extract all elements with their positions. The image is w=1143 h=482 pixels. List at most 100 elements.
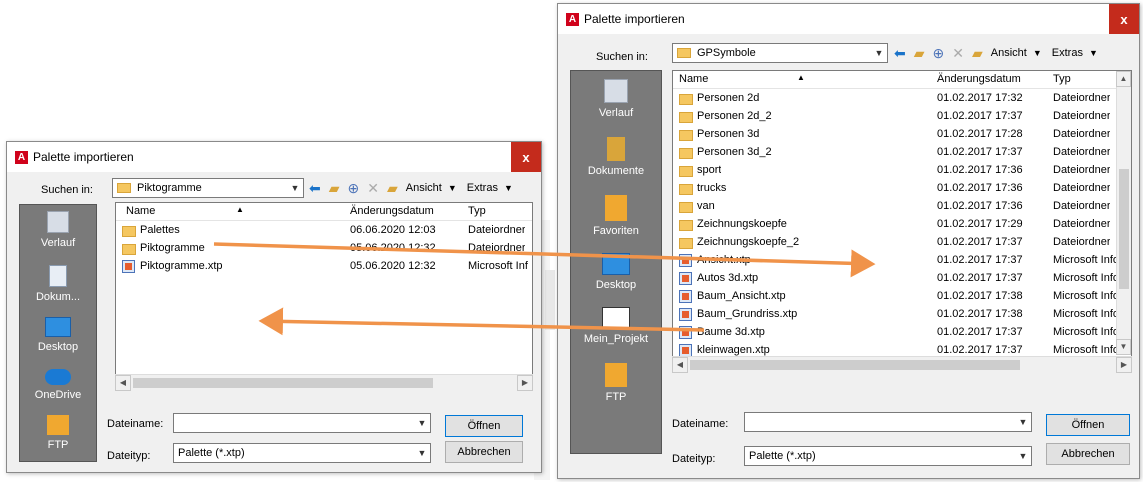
file-row[interactable]: Autos 3d.xtp 01.02.2017 17:37 Microsoft In… — [673, 270, 1131, 288]
left-filename-input[interactable]: ▼ — [173, 413, 431, 433]
file-row[interactable]: Baum_Grundriss.xtp 01.02.2017 17:38 Micros… — [673, 306, 1131, 324]
right-hscroll-thumb[interactable] — [690, 360, 1020, 370]
left-open-button[interactable]: Öffnen — [445, 415, 523, 437]
chevron-down-icon[interactable]: ▼ — [414, 418, 430, 428]
file-name: Personen 3d_2 — [697, 146, 772, 158]
right-open-button[interactable]: Öffnen — [1046, 414, 1130, 436]
file-row[interactable]: Personen 2d 01.02.2017 17:32 Dateiordner — [673, 90, 1131, 108]
left-filetype-label: Dateityp: — [107, 450, 151, 462]
left-look-in-combo[interactable]: Piktogramme ▼ — [112, 178, 304, 198]
back-arrow-icon[interactable]: ⬅ — [894, 43, 906, 63]
file-row[interactable]: Personen 3d_2 01.02.2017 17:37 Dateiordner — [673, 144, 1131, 162]
chevron-down-icon[interactable]: ▼ — [1015, 451, 1031, 461]
right-place-documents[interactable]: Dokumente — [571, 137, 661, 177]
left-place-ftp[interactable]: FTP — [20, 415, 96, 451]
right-place-desktop[interactable]: Desktop — [571, 253, 661, 291]
file-row[interactable]: trucks 01.02.2017 17:36 Dateiordner — [673, 180, 1131, 198]
left-places-bar: Verlauf Dokum... Desktop OneDrive FTP — [19, 204, 97, 462]
folder-icon — [679, 148, 693, 159]
left-look-in-value: Piktogramme — [137, 182, 202, 194]
right-place-favorites[interactable]: Favoriten — [571, 195, 661, 237]
new-folder-icon[interactable]: ▰ — [387, 178, 398, 198]
file-row[interactable]: van 01.02.2017 17:36 Dateiordner — [673, 198, 1131, 216]
file-row[interactable]: Piktogramme.xtp 05.06.2020 12:32 Microsoft… — [116, 258, 532, 276]
right-places-bar: Verlauf Dokumente Favoriten Desktop Mein… — [570, 70, 662, 454]
right-import-dialog: A Palette importieren x Suchen in: GPSym… — [557, 3, 1140, 479]
scroll-up-icon[interactable]: ▲ — [1116, 71, 1131, 87]
left-filetype-select[interactable]: Palette (*.xtp) ▼ — [173, 443, 431, 463]
scroll-right-icon[interactable]: ▶ — [517, 375, 533, 391]
column-header-type[interactable]: Typ — [468, 205, 486, 217]
left-horizontal-scrollbar[interactable]: ◀ ▶ — [115, 374, 533, 391]
right-vscroll-thumb[interactable] — [1119, 169, 1129, 289]
delete-icon[interactable]: ✕ — [952, 43, 964, 63]
right-place-history[interactable]: Verlauf — [571, 79, 661, 119]
left-place-onedrive[interactable]: OneDrive — [20, 369, 96, 401]
left-list-header: Name ▲ Änderungsdatum Typ — [116, 203, 532, 221]
scroll-left-icon[interactable]: ◀ — [115, 375, 131, 391]
file-date: 01.02.2017 17:36 — [937, 200, 1023, 212]
right-cancel-button[interactable]: Abbrechen — [1046, 443, 1130, 465]
file-row[interactable]: Personen 3d 01.02.2017 17:28 Dateiordner — [673, 126, 1131, 144]
file-date: 05.06.2020 12:32 — [350, 242, 436, 254]
right-file-list[interactable]: Name ▲ Änderungsdatum Typ Personen 2d 01.… — [672, 70, 1132, 372]
right-place-project[interactable]: Mein_Projekt — [571, 307, 661, 345]
chevron-down-icon[interactable]: ▼ — [287, 179, 303, 197]
scroll-left-icon[interactable]: ◀ — [672, 357, 688, 373]
new-folder-icon[interactable]: ▰ — [972, 43, 983, 63]
file-row[interactable]: Palettes 06.06.2020 12:03 Dateiordner — [116, 222, 532, 240]
left-file-list[interactable]: Name ▲ Änderungsdatum Typ Palettes 06.06.… — [115, 202, 533, 390]
up-folder-icon[interactable]: ▰ — [914, 43, 925, 63]
left-place-desktop[interactable]: Desktop — [20, 317, 96, 353]
chevron-down-icon[interactable]: ▼ — [871, 44, 887, 62]
file-row[interactable]: Baum_Ansicht.xtp 01.02.2017 17:38 Microsof… — [673, 288, 1131, 306]
right-filetype-select[interactable]: Palette (*.xtp) ▼ — [744, 446, 1032, 466]
file-row[interactable]: Zeichnungskoepfe 01.02.2017 17:29 Dateiord… — [673, 216, 1131, 234]
left-hscroll-thumb[interactable] — [133, 378, 433, 388]
back-arrow-icon[interactable]: ⬅ — [309, 178, 321, 198]
delete-icon[interactable]: ✕ — [367, 178, 379, 198]
file-row[interactable]: Ansicht.xtp 01.02.2017 17:37 Microsoft Inf… — [673, 252, 1131, 270]
right-look-in-combo[interactable]: GPSymbole ▼ — [672, 43, 888, 63]
history-icon — [47, 211, 69, 233]
chevron-down-icon[interactable]: ▼ — [1033, 48, 1042, 58]
left-view-menu[interactable]: Ansicht — [406, 182, 442, 194]
chevron-down-icon[interactable]: ▼ — [504, 183, 513, 193]
right-close-button[interactable]: x — [1109, 4, 1139, 34]
column-header-date[interactable]: Änderungsdatum — [937, 73, 1021, 85]
right-toolbar: ⬅ ▰ ⊕ ✕ ▰ Ansicht ▼ Extras ▼ — [894, 43, 1108, 63]
left-place-history[interactable]: Verlauf — [20, 211, 96, 249]
left-cancel-button[interactable]: Abbrechen — [445, 441, 523, 463]
screen: A Palette importieren x Suchen in: Pikto… — [0, 0, 1143, 482]
column-header-name[interactable]: Name — [679, 73, 708, 85]
scroll-down-icon[interactable]: ▼ — [1116, 339, 1131, 355]
search-web-icon[interactable]: ⊕ — [933, 43, 945, 63]
file-row[interactable]: Personen 2d_2 01.02.2017 17:37 Dateiordner — [673, 108, 1131, 126]
scroll-right-icon[interactable]: ▶ — [1116, 357, 1132, 373]
place-label: Mein_Projekt — [583, 333, 649, 345]
file-row[interactable]: Baume 3d.xtp 01.02.2017 17:37 Microsoft In… — [673, 324, 1131, 342]
column-header-name[interactable]: Name — [126, 205, 155, 217]
right-vertical-scrollbar[interactable]: ▲ ▼ — [1116, 71, 1131, 355]
chevron-down-icon[interactable]: ▼ — [1089, 48, 1098, 58]
up-folder-icon[interactable]: ▰ — [329, 178, 340, 198]
chevron-down-icon[interactable]: ▼ — [448, 183, 457, 193]
chevron-down-icon[interactable]: ▼ — [1015, 417, 1031, 427]
right-filename-input[interactable]: ▼ — [744, 412, 1032, 432]
chevron-down-icon[interactable]: ▼ — [414, 448, 430, 458]
right-extras-menu[interactable]: Extras — [1052, 47, 1083, 59]
xtp-file-icon — [679, 326, 692, 339]
file-row[interactable]: Zeichnungskoepfe_2 01.02.2017 17:37 Dateio… — [673, 234, 1131, 252]
column-header-date[interactable]: Änderungsdatum — [350, 205, 434, 217]
left-extras-menu[interactable]: Extras — [467, 182, 498, 194]
search-web-icon[interactable]: ⊕ — [348, 178, 360, 198]
file-row[interactable]: sport 01.02.2017 17:36 Dateiordner — [673, 162, 1131, 180]
right-view-menu[interactable]: Ansicht — [991, 47, 1027, 59]
column-header-type[interactable]: Typ — [1053, 73, 1071, 85]
file-row[interactable]: Piktogramme 05.06.2020 12:32 Dateiordner — [116, 240, 532, 258]
xtp-file-icon — [122, 260, 135, 273]
left-close-button[interactable]: x — [511, 142, 541, 172]
left-place-documents[interactable]: Dokum... — [20, 265, 96, 303]
right-place-ftp[interactable]: FTP — [571, 363, 661, 403]
right-horizontal-scrollbar[interactable]: ◀ ▶ — [672, 356, 1132, 373]
